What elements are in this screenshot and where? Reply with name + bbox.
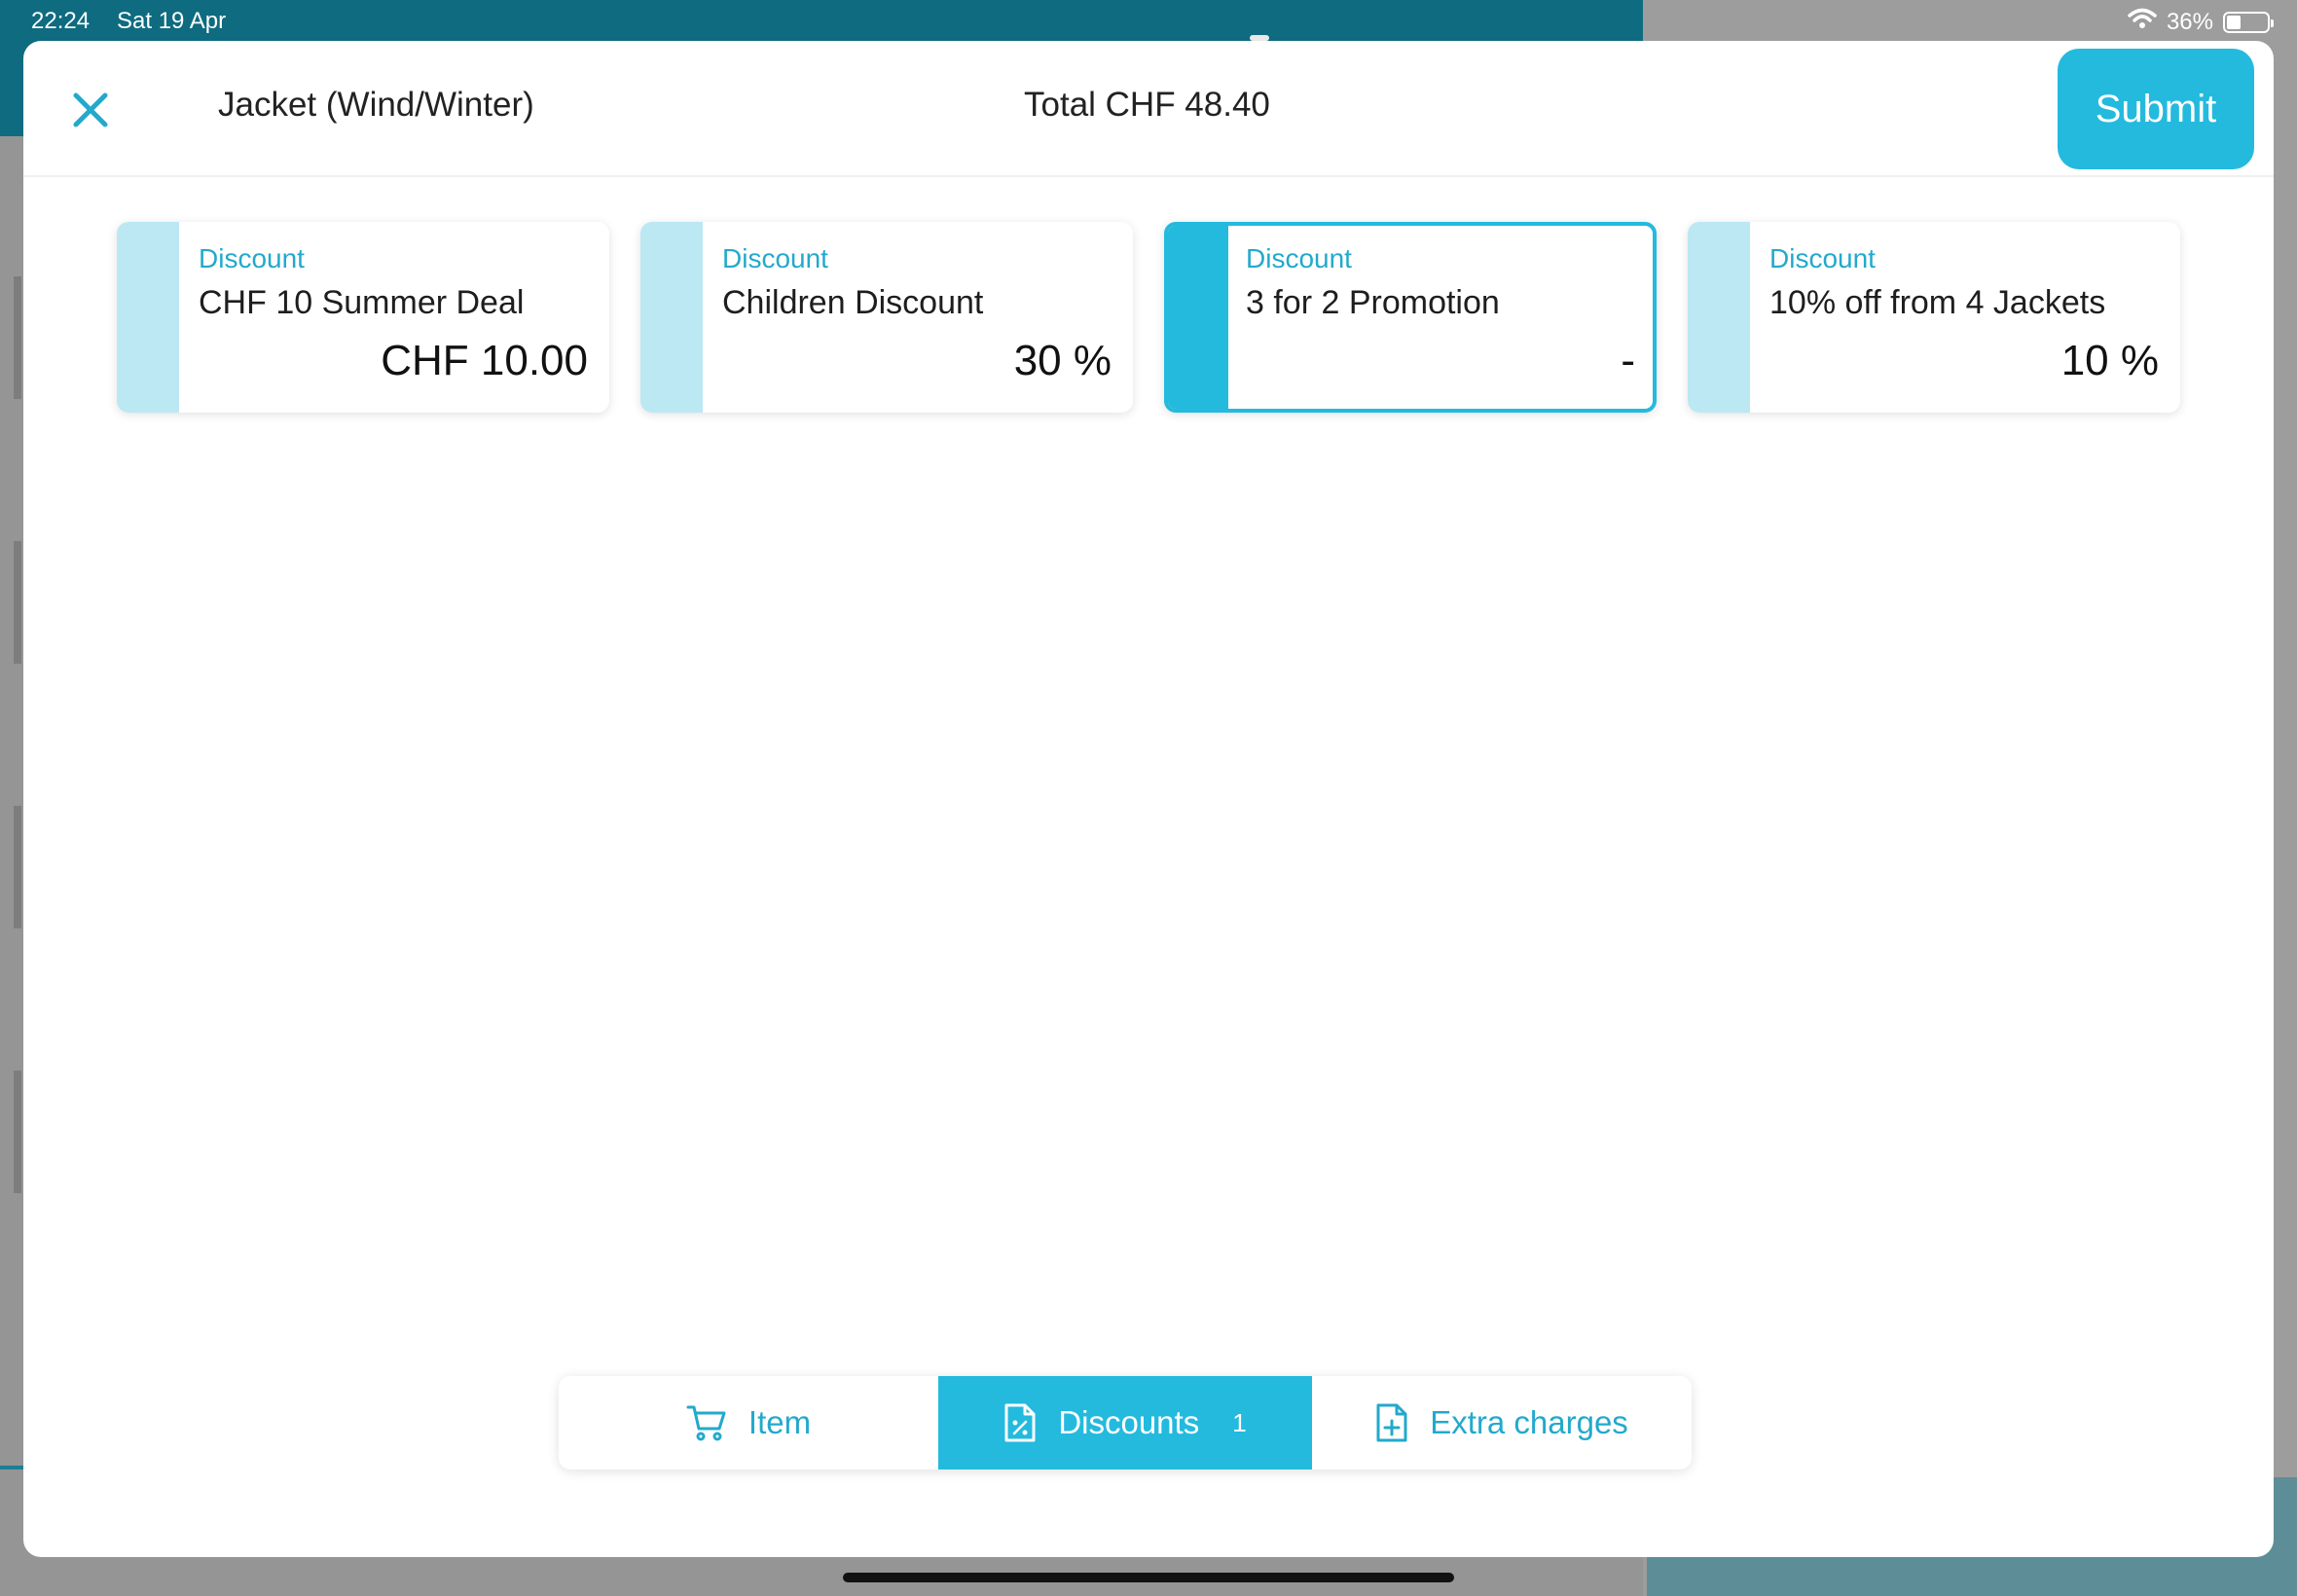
status-indicators: 36% bbox=[2128, 8, 2274, 36]
tab-extra-charges-label: Extra charges bbox=[1430, 1404, 1628, 1440]
battery-level bbox=[2227, 15, 2241, 29]
card-name: CHF 10 Summer Deal bbox=[199, 284, 525, 321]
battery-icon bbox=[2223, 11, 2274, 33]
card-value: 30 % bbox=[1013, 337, 1112, 384]
background-divider bbox=[14, 1070, 21, 1193]
tab-item[interactable]: Item bbox=[559, 1376, 938, 1469]
card-value: CHF 10.00 bbox=[381, 337, 588, 384]
tab-extra-charges[interactable]: Extra charges bbox=[1312, 1376, 1692, 1469]
status-date: Sat 19 Apr bbox=[117, 8, 227, 34]
discount-card-4-jackets[interactable]: Discount 10% off from 4 Jackets 10 % bbox=[1688, 222, 2180, 413]
status-time: 22:24 bbox=[31, 8, 91, 34]
discount-cards: Discount CHF 10 Summer Deal CHF 10.00 Di… bbox=[117, 222, 2180, 413]
card-stripe bbox=[117, 222, 179, 413]
background-divider bbox=[14, 806, 21, 928]
item-title: Jacket (Wind/Winter) bbox=[218, 86, 534, 124]
percent-document-icon bbox=[1003, 1402, 1037, 1443]
modal-header: Jacket (Wind/Winter) Total CHF 48.40 Sub… bbox=[23, 41, 2274, 177]
card-stripe bbox=[1168, 226, 1228, 409]
discount-card-summer-deal[interactable]: Discount CHF 10 Summer Deal CHF 10.00 bbox=[117, 222, 609, 413]
background-divider bbox=[14, 541, 21, 664]
card-name: 3 for 2 Promotion bbox=[1246, 284, 1500, 321]
add-document-icon bbox=[1375, 1402, 1408, 1443]
tab-item-label: Item bbox=[747, 1404, 812, 1440]
card-type-label: Discount bbox=[199, 243, 305, 273]
card-stripe bbox=[640, 222, 703, 413]
close-icon bbox=[73, 92, 108, 127]
cart-icon bbox=[686, 1403, 727, 1442]
home-indicator[interactable] bbox=[843, 1573, 1454, 1582]
discount-card-children[interactable]: Discount Children Discount 30 % bbox=[640, 222, 1133, 413]
discount-count-badge: 1 bbox=[1232, 1407, 1247, 1437]
card-stripe bbox=[1688, 222, 1750, 413]
discount-modal: Jacket (Wind/Winter) Total CHF 48.40 Sub… bbox=[23, 41, 2274, 1557]
submit-button[interactable]: Submit bbox=[2058, 49, 2254, 169]
tab-discounts-label: Discounts bbox=[1058, 1404, 1200, 1440]
card-type-label: Discount bbox=[1769, 243, 1876, 273]
tab-discounts[interactable]: Discounts 1 bbox=[938, 1376, 1312, 1469]
card-value: 10 % bbox=[2060, 337, 2159, 384]
background-divider bbox=[14, 276, 21, 399]
discount-card-3-for-2[interactable]: Discount 3 for 2 Promotion - bbox=[1164, 222, 1657, 413]
total-amount: Total CHF 48.40 bbox=[1024, 86, 1270, 124]
close-button[interactable] bbox=[66, 86, 115, 134]
card-type-label: Discount bbox=[1246, 243, 1352, 273]
modal-tab-bar: Item Discounts 1 Extra charges bbox=[559, 1376, 1692, 1469]
status-bar: 22:24 Sat 19 Apr 36% bbox=[0, 0, 2297, 43]
card-value: - bbox=[1621, 337, 1635, 384]
card-type-label: Discount bbox=[722, 243, 828, 273]
card-name: 10% off from 4 Jackets bbox=[1769, 284, 2106, 321]
battery-percent: 36% bbox=[2166, 8, 2213, 35]
card-name: Children Discount bbox=[722, 284, 984, 321]
wifi-icon bbox=[2128, 8, 2157, 36]
